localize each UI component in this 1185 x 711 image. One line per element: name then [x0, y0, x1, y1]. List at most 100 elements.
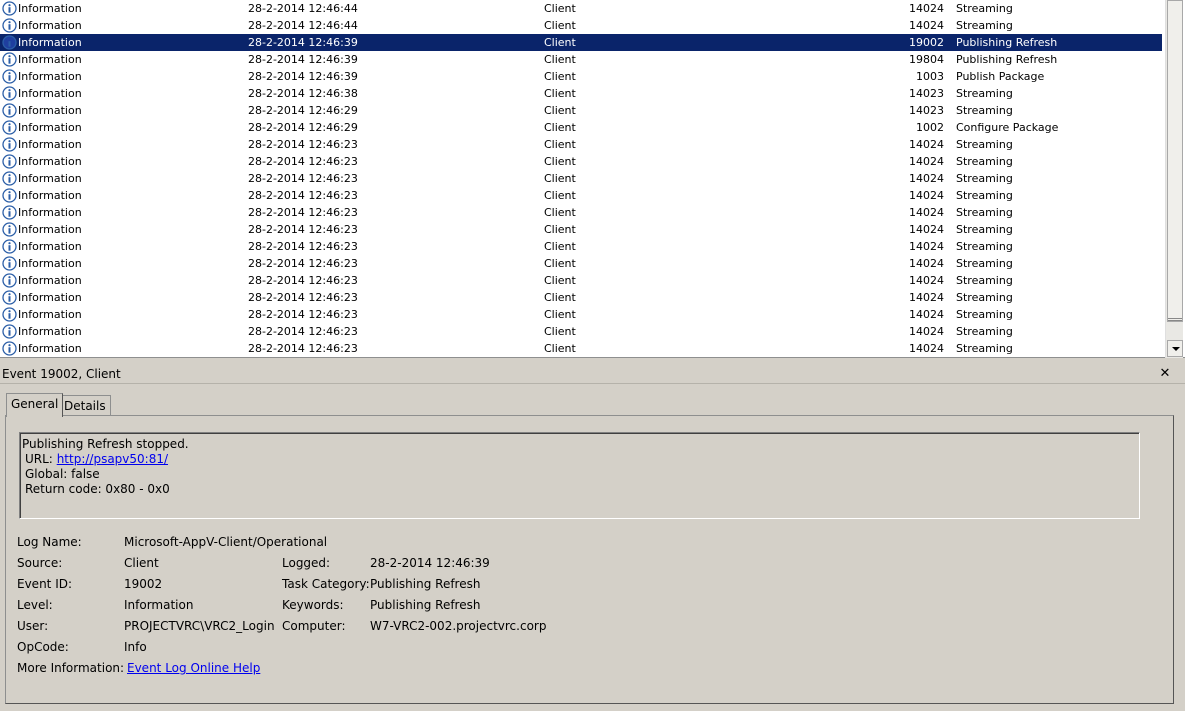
- event-row[interactable]: Information 28-2-2014 12:46:29 Client 14023…: [0, 102, 1162, 119]
- event-source: Client: [544, 189, 576, 202]
- event-row[interactable]: Information 28-2-2014 12:46:23 Client 14024…: [0, 340, 1162, 357]
- event-category: Streaming: [956, 155, 1013, 168]
- event-row[interactable]: Information 28-2-2014 12:46:23 Client 14024…: [0, 187, 1162, 204]
- event-row[interactable]: Information 28-2-2014 12:46:29 Client 1002 C…: [0, 119, 1162, 136]
- info-icon: [2, 256, 17, 271]
- event-source: Client: [544, 53, 576, 66]
- event-id: 14024: [909, 155, 944, 168]
- event-detail-title: Event 19002, Client: [0, 364, 1185, 384]
- info-icon: [2, 324, 17, 339]
- scrollbar-grip: [1168, 318, 1182, 321]
- opcode-label: OpCode:: [17, 640, 69, 654]
- url-link[interactable]: http://psapv50:81/: [57, 452, 168, 466]
- event-list-scrollbar[interactable]: [1165, 0, 1183, 358]
- event-category: Streaming: [956, 87, 1013, 100]
- scrollbar-thumb[interactable]: [1167, 0, 1183, 322]
- event-log-help-link[interactable]: Event Log Online Help: [127, 661, 260, 675]
- event-row[interactable]: Information 28-2-2014 12:46:23 Client 14024…: [0, 204, 1162, 221]
- event-category: Streaming: [956, 138, 1013, 151]
- event-row[interactable]: Information 28-2-2014 12:46:23 Client 14024…: [0, 221, 1162, 238]
- event-date: 28-2-2014 12:46:23: [248, 155, 358, 168]
- event-level: Information: [18, 240, 82, 253]
- event-source: Client: [544, 325, 576, 338]
- task-category-value: Publishing Refresh: [370, 577, 481, 591]
- description-line: Return code: 0x80 - 0x0: [25, 482, 170, 496]
- log-name-label: Log Name:: [17, 535, 82, 549]
- event-source: Client: [544, 206, 576, 219]
- event-level: Information: [18, 138, 82, 151]
- info-icon: [2, 154, 17, 169]
- event-source: Client: [544, 155, 576, 168]
- source-label: Source:: [17, 556, 63, 570]
- event-source: Client: [544, 36, 576, 49]
- close-icon[interactable]: ✕: [1157, 364, 1173, 384]
- event-row[interactable]: Information 28-2-2014 12:46:23 Client 14024…: [0, 272, 1162, 289]
- event-level: Information: [18, 36, 82, 49]
- info-icon: [2, 273, 17, 288]
- keywords-label: Keywords:: [282, 598, 344, 612]
- event-category: Configure Package: [956, 121, 1059, 134]
- event-source: Client: [544, 308, 576, 321]
- info-icon: [2, 52, 17, 67]
- event-level: Information: [18, 206, 82, 219]
- event-source: Client: [544, 121, 576, 134]
- event-level: Information: [18, 121, 82, 134]
- event-row[interactable]: Information 28-2-2014 12:46:39 Client 19804…: [0, 51, 1162, 68]
- opcode-value: Info: [124, 640, 147, 654]
- event-date: 28-2-2014 12:46:23: [248, 189, 358, 202]
- event-id: 14024: [909, 240, 944, 253]
- info-icon: [2, 290, 17, 305]
- event-source: Client: [544, 291, 576, 304]
- event-date: 28-2-2014 12:46:29: [248, 121, 358, 134]
- event-category: Streaming: [956, 104, 1013, 117]
- event-category: Streaming: [956, 189, 1013, 202]
- event-row[interactable]: Information 28-2-2014 12:46:39 Client 19002…: [0, 34, 1162, 51]
- event-source: Client: [544, 342, 576, 355]
- event-row[interactable]: Information 28-2-2014 12:46:23 Client 14024…: [0, 238, 1162, 255]
- computer-label: Computer:: [282, 619, 346, 633]
- event-row[interactable]: Information 28-2-2014 12:46:23 Client 14024…: [0, 289, 1162, 306]
- event-date: 28-2-2014 12:46:23: [248, 240, 358, 253]
- event-row[interactable]: Information 28-2-2014 12:46:23 Client 14024…: [0, 306, 1162, 323]
- tab-details[interactable]: Details: [59, 395, 111, 417]
- event-row[interactable]: Information 28-2-2014 12:46:23 Client 14024…: [0, 255, 1162, 272]
- info-icon: [2, 239, 17, 254]
- event-row[interactable]: Information 28-2-2014 12:46:23 Client 14024…: [0, 170, 1162, 187]
- event-row[interactable]: Information 28-2-2014 12:46:38 Client 14023…: [0, 85, 1162, 102]
- info-icon: [2, 205, 17, 220]
- event-date: 28-2-2014 12:46:23: [248, 223, 358, 236]
- event-level: Information: [18, 257, 82, 270]
- event-level: Information: [18, 155, 82, 168]
- event-row[interactable]: Information 28-2-2014 12:46:23 Client 14024…: [0, 153, 1162, 170]
- event-date: 28-2-2014 12:46:23: [248, 308, 358, 321]
- more-info-label: More Information:: [17, 661, 125, 675]
- event-source: Client: [544, 70, 576, 83]
- event-category: Streaming: [956, 223, 1013, 236]
- event-row[interactable]: Information 28-2-2014 12:46:44 Client 14024…: [0, 17, 1162, 34]
- event-date: 28-2-2014 12:46:44: [248, 19, 358, 32]
- event-category: Publishing Refresh: [956, 53, 1058, 66]
- event-row[interactable]: Information 28-2-2014 12:46:44 Client 14024…: [0, 0, 1162, 17]
- tab-general[interactable]: General: [6, 393, 64, 417]
- computer-value: W7-VRC2-002.projectvrc.corp: [370, 619, 547, 633]
- event-description[interactable]: Publishing Refresh stopped. URL: http://…: [19, 432, 1140, 519]
- event-source: Client: [544, 172, 576, 185]
- event-row[interactable]: Information 28-2-2014 12:46:23 Client 14024…: [0, 323, 1162, 340]
- event-id-value: 19002: [124, 577, 163, 591]
- event-level: Information: [18, 223, 82, 236]
- scroll-down-button[interactable]: [1167, 340, 1183, 357]
- event-id: 14024: [909, 308, 944, 321]
- event-row[interactable]: Information 28-2-2014 12:46:23 Client 14024…: [0, 136, 1162, 153]
- event-id: 14024: [909, 325, 944, 338]
- event-source: Client: [544, 223, 576, 236]
- info-icon: [2, 18, 17, 33]
- event-category: Streaming: [956, 240, 1013, 253]
- event-level: Information: [18, 2, 82, 15]
- event-date: 28-2-2014 12:46:44: [248, 2, 358, 15]
- event-level: Information: [18, 325, 82, 338]
- event-list[interactable]: Information 28-2-2014 12:46:44 Client 14024…: [0, 0, 1185, 358]
- event-date: 28-2-2014 12:46:23: [248, 274, 358, 287]
- event-level: Information: [18, 172, 82, 185]
- event-level: Information: [18, 70, 82, 83]
- event-row[interactable]: Information 28-2-2014 12:46:39 Client 1003 P…: [0, 68, 1162, 85]
